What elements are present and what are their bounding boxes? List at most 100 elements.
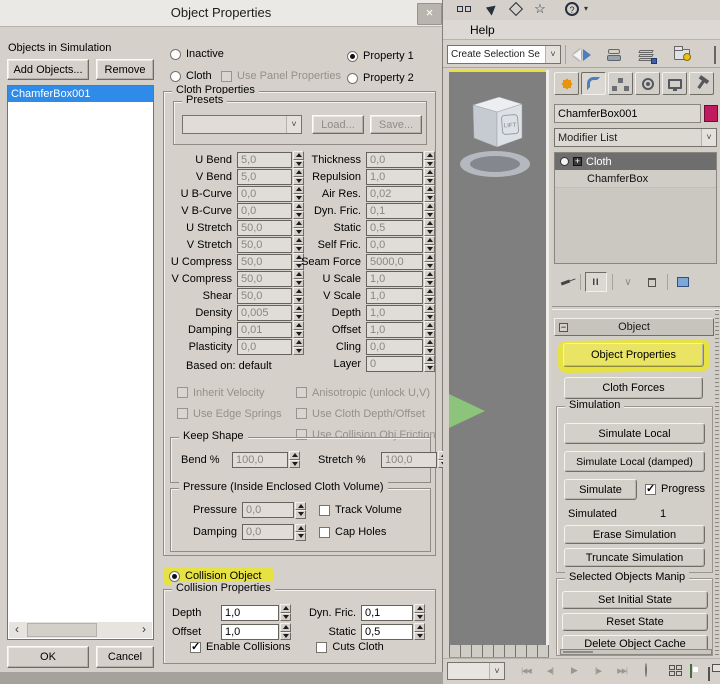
scrollbar-thumb[interactable] [27,623,97,637]
cloth-forces-button[interactable]: Cloth Forces [564,377,703,399]
modifier-list-dropdown[interactable]: Modifier List ˅ [554,128,717,147]
param-field[interactable]: 0,005 [237,305,292,321]
param-field[interactable]: 0,1 [361,605,413,621]
flag-checkbox[interactable]: Inherit Velocity [177,387,265,399]
param-field[interactable]: 0,01 [237,322,292,338]
wireframe-color-swatch[interactable] [704,105,718,122]
param-field[interactable]: 1,0 [366,169,423,185]
chevron-down-icon[interactable]: ˅ [545,46,560,63]
spin-up-icon[interactable] [424,236,435,245]
dialog-titlebar[interactable]: Object Properties × [0,0,442,27]
tab-hierarchy[interactable] [608,72,633,95]
param-field[interactable]: 100,0 [381,452,437,468]
simulate-local-damped-button[interactable]: Simulate Local (damped) [564,451,705,472]
spin-down-icon[interactable] [424,296,435,305]
spin-down-icon[interactable] [280,632,291,641]
add-objects-button[interactable]: Add Objects... [7,59,89,80]
zoom-extents-selected-icon[interactable] [690,665,692,677]
cloth-radio[interactable]: Cloth [170,70,212,82]
flag-checkbox[interactable]: Use Edge Springs [177,408,282,420]
named-selection-icon[interactable]: ☆ [527,0,553,20]
spin-up-icon[interactable] [424,202,435,211]
tab-motion[interactable] [635,72,660,95]
param-field[interactable]: 5000,0 [366,254,423,270]
property2-radio[interactable]: Property 2 [347,72,414,84]
spin-down-icon[interactable] [280,613,291,622]
object-name-field[interactable]: ChamferBox001 [554,104,701,123]
checkbox-box[interactable] [296,387,307,398]
modifier-stack-item[interactable]: +Cloth [555,153,716,170]
param-field[interactable]: 0,0 [366,237,423,253]
spin-up-icon[interactable] [295,524,306,533]
param-field[interactable]: 0,0 [237,339,292,355]
param-field[interactable]: 1,0 [366,288,423,304]
horizontal-scrollbar[interactable]: ‹ › [9,622,152,638]
spin-up-icon[interactable] [424,287,435,296]
scroll-right-icon[interactable]: › [136,622,152,638]
spinner[interactable] [424,253,435,270]
param-field[interactable]: 0,1 [366,203,423,219]
param-field[interactable]: 0,0 [242,524,294,540]
param-field[interactable]: 0,0 [242,502,294,518]
param-field[interactable]: 1,0 [221,624,279,640]
param-field[interactable]: 0,5 [366,220,423,236]
track-thumb[interactable] [563,651,593,653]
checkbox-box[interactable] [190,642,201,653]
spinner[interactable] [414,604,425,621]
spin-down-icon[interactable] [424,347,435,356]
param-field[interactable]: 50,0 [237,220,292,236]
named-selection-combo[interactable]: Create Selection Se ˅ [447,45,561,64]
param-field[interactable]: 1,0 [366,305,423,321]
object-rollout-header[interactable]: − Object [554,318,714,336]
cuts-cloth-checkbox[interactable]: Cuts Cloth [316,641,383,653]
checkbox-box[interactable] [316,642,327,653]
tab-display[interactable] [662,72,687,95]
param-field[interactable]: 1,0 [366,271,423,287]
param-field[interactable]: 0,5 [361,624,413,640]
previous-frame-button[interactable]: ◀|| [539,662,561,679]
enable-collisions-checkbox[interactable]: Enable Collisions [190,641,290,653]
spin-down-icon[interactable] [295,532,306,541]
use-panel-properties-checkbox[interactable]: Use Panel Properties [221,70,341,82]
schematic-view-icon[interactable] [451,0,477,20]
object-properties-button[interactable]: Object Properties [563,343,704,367]
track-bar[interactable] [560,649,712,655]
spin-down-icon[interactable] [414,613,425,622]
radio-icon[interactable] [170,71,181,82]
spin-up-icon[interactable] [289,451,300,460]
reset-state-button[interactable]: Reset State [562,613,708,631]
spinner[interactable] [424,321,435,338]
make-unique-icon[interactable]: ∨ [617,272,639,292]
go-to-start-button[interactable]: |◀◀ [515,662,537,679]
spin-up-icon[interactable] [424,270,435,279]
ok-button[interactable]: OK [7,646,89,668]
chevron-down-icon[interactable]: ˅ [701,129,716,146]
param-field[interactable]: 50,0 [237,254,292,270]
list-item[interactable]: ChamferBox001 [8,86,153,102]
selection-filter-combo[interactable]: ˅ [447,662,505,680]
spin-down-icon[interactable] [414,632,425,641]
presets-combo[interactable]: ˅ [182,115,302,134]
spinner[interactable] [414,623,425,640]
param-field[interactable]: 0,0 [366,339,423,355]
spin-down-icon[interactable] [424,330,435,339]
param-field[interactable]: 5,0 [237,169,292,185]
spin-up-icon[interactable] [424,185,435,194]
spin-up-icon[interactable] [424,304,435,313]
spin-up-icon[interactable] [424,219,435,228]
spin-up-icon[interactable] [424,253,435,262]
viewport[interactable]: LIFT [449,70,549,650]
spinner[interactable] [424,185,435,202]
checkbox-box[interactable] [177,408,188,419]
spin-up-icon[interactable] [414,604,425,613]
spinner[interactable] [424,287,435,304]
cancel-button[interactable]: Cancel [96,646,154,668]
track-volume-checkbox[interactable]: Track Volume [319,504,402,516]
configure-modifier-sets-icon[interactable] [672,272,694,292]
spin-down-icon[interactable] [424,279,435,288]
radio-icon[interactable] [169,571,180,582]
param-field[interactable]: 5,0 [237,152,292,168]
spinner[interactable] [424,338,435,355]
cap-holes-checkbox[interactable]: Cap Holes [319,526,386,538]
radio-icon[interactable] [170,49,181,60]
